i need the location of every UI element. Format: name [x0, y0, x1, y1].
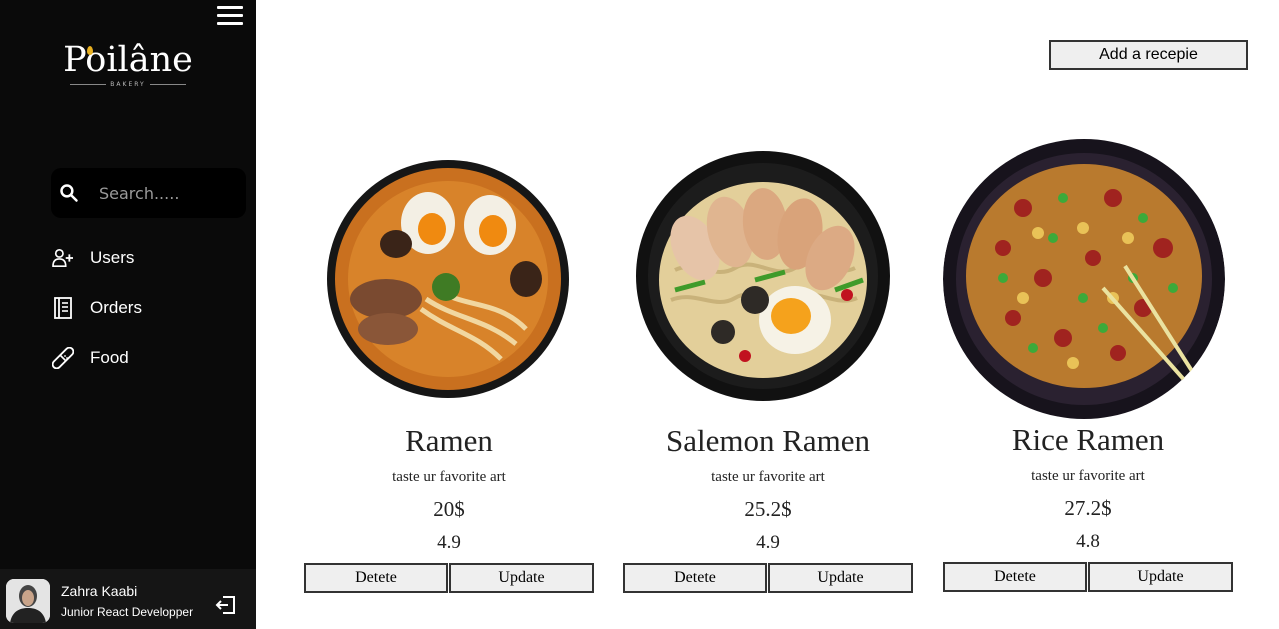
recipe-card: Rice Ramen taste ur favorite art 27.2$ 4…: [943, 130, 1233, 600]
search-input[interactable]: [99, 178, 239, 208]
card-price: 25.2$: [744, 497, 792, 521]
profile-role: Junior React Developper: [61, 605, 194, 619]
card-actions: Detete Update: [623, 563, 913, 593]
sidebar: Poilâne BAKERY Users Orders Food Zahra K…: [0, 0, 256, 629]
ramen-image: [327, 160, 569, 398]
add-recipe-button[interactable]: Add a recepie: [1049, 40, 1248, 70]
recipe-card: Salemon Ramen taste ur favorite art 25.2…: [623, 130, 913, 600]
card-title: Ramen: [405, 423, 493, 458]
card-description: taste ur favorite art: [711, 469, 825, 485]
sidebar-item-label: Food: [90, 348, 129, 367]
card-actions: Detete Update: [943, 562, 1233, 592]
card-description: taste ur favorite art: [1031, 468, 1145, 484]
sidebar-item-label: Orders: [90, 298, 142, 317]
profile-name: Zahra Kaabi: [61, 583, 138, 599]
card-rating: 4.8: [1076, 531, 1100, 552]
logo-wordmark: Poilâne: [63, 40, 193, 80]
logo-drop-icon: [87, 46, 93, 55]
card-title: Salemon Ramen: [665, 423, 871, 458]
menu-icon[interactable]: [217, 6, 243, 26]
logout-icon[interactable]: [215, 594, 237, 616]
update-button[interactable]: Update: [449, 563, 594, 593]
delete-button[interactable]: Detete: [943, 562, 1087, 592]
card-description: taste ur favorite art: [392, 469, 506, 485]
sidebar-item-users[interactable]: Users: [52, 243, 232, 273]
sidebar-item-label: Users: [90, 248, 135, 267]
card-actions: Detete Update: [304, 563, 594, 593]
delete-button[interactable]: Detete: [304, 563, 448, 593]
card-rating: 4.9: [756, 532, 780, 553]
card-price: 27.2$: [1064, 496, 1112, 520]
notebook-icon: [52, 297, 74, 319]
delete-button[interactable]: Detete: [623, 563, 767, 593]
card-rating: 4.9: [437, 532, 461, 553]
search-icon: [60, 184, 78, 202]
brand-logo: Poilâne BAKERY: [58, 40, 198, 92]
sidebar-item-food[interactable]: Food: [52, 343, 232, 373]
avatar: [6, 579, 50, 623]
update-button[interactable]: Update: [1088, 562, 1233, 592]
search-box: [51, 168, 246, 218]
card-title: Rice Ramen: [1011, 422, 1165, 457]
user-plus-icon: [52, 247, 74, 269]
logo-subtitle: BAKERY: [110, 81, 146, 88]
user-profile: Zahra Kaabi Junior React Developper: [0, 569, 256, 629]
card-price: 20$: [433, 497, 465, 521]
rice-ramen-image: [943, 139, 1225, 419]
recipe-card: Ramen taste ur favorite art 20$ 4.9 Dete…: [304, 130, 594, 600]
salmon-ramen-image: [636, 151, 890, 401]
sidebar-item-orders[interactable]: Orders: [52, 293, 232, 323]
pill-icon: [52, 347, 74, 369]
update-button[interactable]: Update: [768, 563, 913, 593]
